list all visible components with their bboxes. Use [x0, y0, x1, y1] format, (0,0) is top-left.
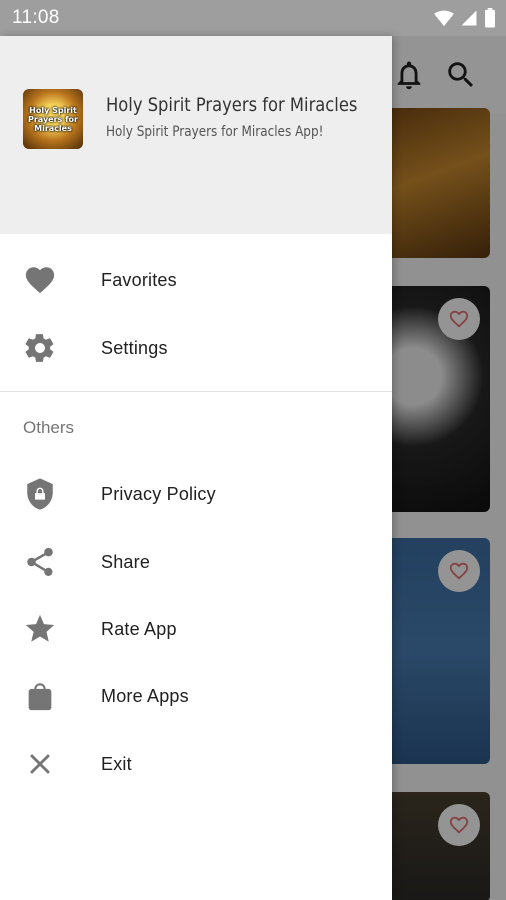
- app-logo: Holy Spirit Prayers for Miracles: [23, 89, 83, 149]
- drawer-header: Holy Spirit Prayers for Miracles Holy Sp…: [0, 36, 392, 234]
- section-title-others: Others: [23, 418, 75, 437]
- heart-icon: [22, 262, 58, 298]
- share-icon: [22, 544, 58, 580]
- wifi-icon: [434, 10, 454, 27]
- status-bar: 11:08: [0, 0, 506, 36]
- menu-label: Favorites: [101, 269, 177, 290]
- menu-item-rate-app[interactable]: Rate App: [0, 597, 392, 661]
- menu-item-favorites[interactable]: Favorites: [0, 248, 392, 312]
- menu-label: More Apps: [101, 685, 189, 706]
- menu-item-exit[interactable]: Exit: [0, 732, 392, 796]
- menu-label: Settings: [101, 337, 168, 358]
- menu-label: Rate App: [101, 618, 177, 639]
- menu-divider: [0, 391, 392, 392]
- menu-label: Exit: [101, 753, 132, 774]
- app-title: Holy Spirit Prayers for Miracles: [106, 94, 358, 116]
- menu-item-settings[interactable]: Settings: [0, 316, 392, 380]
- gear-icon: [22, 330, 58, 366]
- close-icon: [22, 746, 58, 782]
- menu-label: Share: [101, 551, 151, 572]
- app-subtitle: Holy Spirit Prayers for Miracles App!: [106, 124, 324, 140]
- menu-label: Privacy Policy: [101, 483, 216, 504]
- shield-lock-icon: [22, 476, 58, 512]
- shopping-bag-icon: [22, 678, 58, 714]
- signal-icon: [461, 10, 477, 26]
- status-time: 11:08: [12, 7, 60, 28]
- menu-item-more-apps[interactable]: More Apps: [0, 664, 392, 728]
- navigation-drawer: Holy Spirit Prayers for Miracles Holy Sp…: [0, 36, 392, 900]
- app-logo-text: Holy Spirit Prayers for Miracles: [27, 105, 78, 133]
- battery-icon: [485, 8, 495, 28]
- menu-item-share[interactable]: Share: [0, 530, 392, 594]
- menu-item-privacy-policy[interactable]: Privacy Policy: [0, 462, 392, 526]
- star-icon: [22, 611, 58, 647]
